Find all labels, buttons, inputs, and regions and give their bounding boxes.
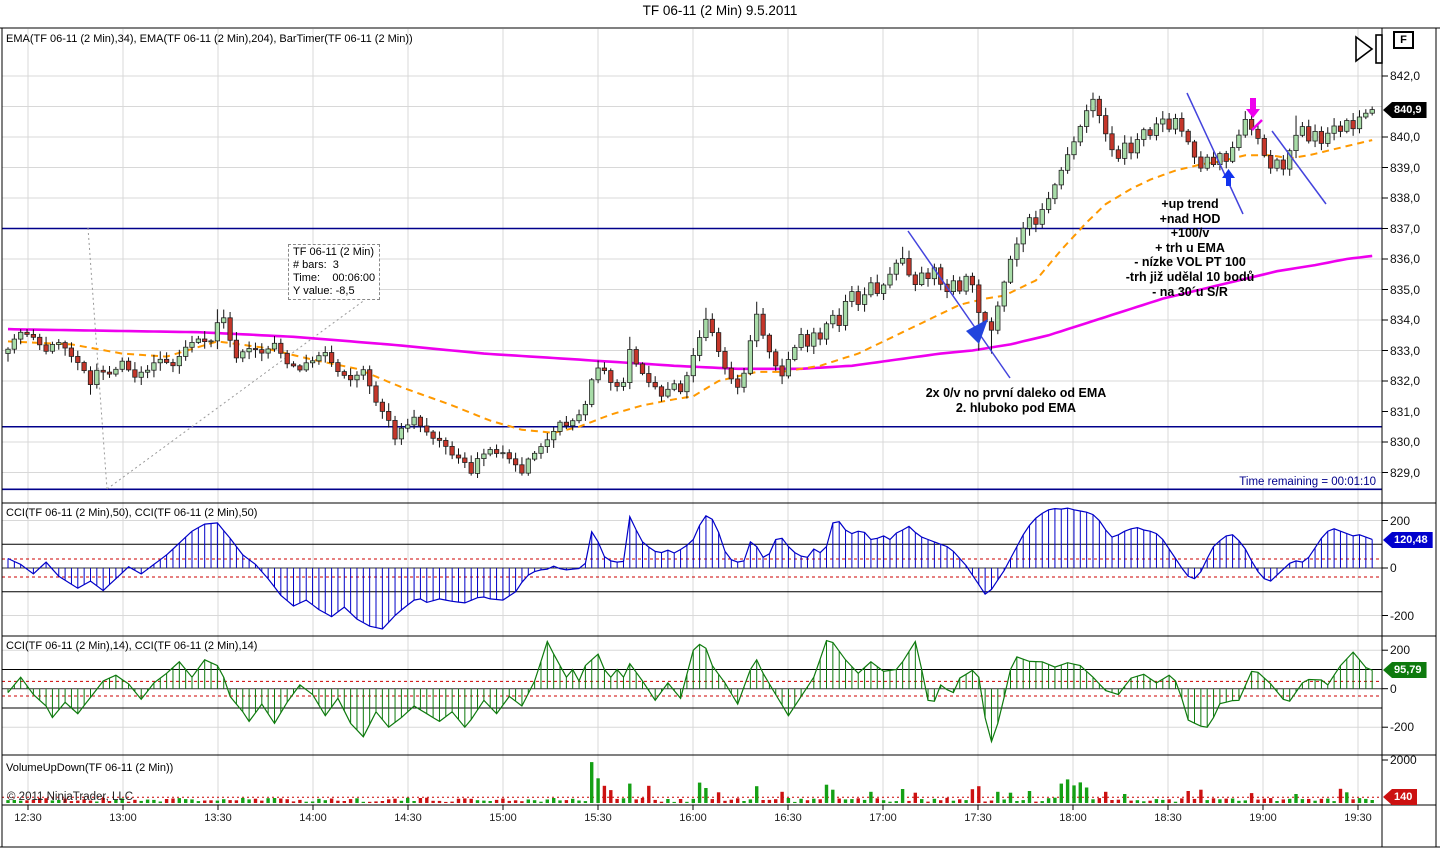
time-axis-label: 19:30 xyxy=(1344,812,1372,824)
time-axis-label: 16:30 xyxy=(774,812,802,824)
skip-to-last-bar-icon[interactable] xyxy=(1353,33,1385,65)
time-axis-label: 18:30 xyxy=(1154,812,1182,824)
price-axis-label: 829,0 xyxy=(1390,465,1421,480)
annotation-line: +100/v xyxy=(1170,226,1210,241)
annotation-line: TF 06-11 (2 Min) xyxy=(293,246,375,258)
focus-button[interactable]: F xyxy=(1393,31,1414,49)
time-axis-label: 17:30 xyxy=(964,812,992,824)
price-axis-label: 832,0 xyxy=(1390,374,1421,388)
price-panel-label: EMA(TF 06-11 (2 Min),34), EMA(TF 06-11 (… xyxy=(6,33,413,45)
time-axis-label: 13:30 xyxy=(204,812,232,824)
price-axis-label: 833,0 xyxy=(1390,343,1421,358)
price-axis-label: 830,0 xyxy=(1390,435,1421,449)
annotation-line: +nad HOD xyxy=(1159,211,1221,226)
annotation-line: - nízke VOL PT 100 xyxy=(1134,255,1246,270)
trade-checklist-annotation[interactable]: +up trend +nad HOD +100/v + trh u EMA - nízk… xyxy=(1090,197,1290,299)
time-axis-label: 18:00 xyxy=(1059,812,1087,824)
cci50-axis-label: -200 xyxy=(1390,608,1415,623)
time-axis-label: 14:00 xyxy=(299,812,327,824)
price-axis-label: 834,0 xyxy=(1390,313,1421,327)
annotation-line: - na 30´u S/R xyxy=(1152,284,1228,299)
annotation-line: # bars: 3 xyxy=(293,259,339,271)
cci50-axis-label: 200 xyxy=(1390,513,1411,528)
volume-axis-label: 2000 xyxy=(1390,753,1417,767)
cci14-value-badge: 95,79 xyxy=(1383,662,1427,678)
annotation-line: Y value: -8,5 xyxy=(293,285,355,297)
time-axis-label: 19:00 xyxy=(1249,812,1277,824)
last-price-badge: 840,9 xyxy=(1383,102,1427,118)
price-axis-label: 831,0 xyxy=(1390,404,1421,419)
ruler-line[interactable] xyxy=(87,227,108,490)
annotation-line: +up trend xyxy=(1161,197,1219,211)
time-axis-label: 13:00 xyxy=(109,812,137,824)
price-axis-label: 835,0 xyxy=(1390,282,1421,297)
price-axis-label: 836,0 xyxy=(1390,252,1421,266)
annotation-line: Time: 00:06:00 xyxy=(293,272,376,284)
cci14-axis-label: -200 xyxy=(1390,720,1415,735)
price-axis-label: 837,0 xyxy=(1390,221,1421,236)
price-axis-label: 839,0 xyxy=(1390,160,1421,175)
time-axis-label: 12:30 xyxy=(14,812,42,824)
bar-timer-label: Time remaining = 00:01:10 xyxy=(1239,476,1376,488)
setup-note-annotation[interactable]: 2x 0/v no první daleko od EMA 2. hluboko … xyxy=(886,386,1146,416)
price-axis-label: 842,0 xyxy=(1390,69,1421,83)
ruler-tooltip[interactable]: TF 06-11 (2 Min) # bars: 3 Time: 00:06:00 Y… xyxy=(288,244,381,300)
time-axis-label: 17:00 xyxy=(869,812,897,824)
time-axis-label: 15:00 xyxy=(489,812,517,824)
annotation-line: + trh u EMA xyxy=(1155,240,1225,255)
cci14-axis-label: 200 xyxy=(1390,643,1411,658)
ninjatrader-chart-window: TF 06-11 (2 Min) 9.5.2011 EMA(TF 06-11 (… xyxy=(0,0,1440,850)
ruler-line[interactable] xyxy=(106,298,367,490)
cci50-panel-label: CCI(TF 06-11 (2 Min),50), CCI(TF 06-11 (… xyxy=(6,507,258,519)
cci50-value-badge: 120,48 xyxy=(1383,532,1433,548)
time-axis-label: 14:30 xyxy=(394,812,422,824)
annotation-line: -trh již udělal 10 bodů xyxy=(1125,269,1255,284)
price-axis-label: 838,0 xyxy=(1390,191,1421,205)
price-axis-label: 840,0 xyxy=(1390,130,1421,144)
cci14-panel-label: CCI(TF 06-11 (2 Min),14), CCI(TF 06-11 (… xyxy=(6,640,258,652)
volume-panel-label: VolumeUpDown(TF 06-11 (2 Min)) xyxy=(6,762,174,774)
chart-title: TF 06-11 (2 Min) 9.5.2011 xyxy=(642,3,798,18)
time-axis-label: 16:00 xyxy=(679,812,707,824)
annotation-line: 2. hluboko pod EMA xyxy=(955,401,1077,415)
cci14-axis-label: 0 xyxy=(1390,681,1397,696)
cci50-axis-label: 0 xyxy=(1390,561,1397,575)
time-axis-label: 15:30 xyxy=(584,812,612,824)
copyright-label: © 2011 NinjaTrader, LLC xyxy=(7,791,134,803)
chart-canvas[interactable] xyxy=(0,0,1440,850)
annotation-line: 2x 0/v no první daleko od EMA xyxy=(925,386,1107,400)
